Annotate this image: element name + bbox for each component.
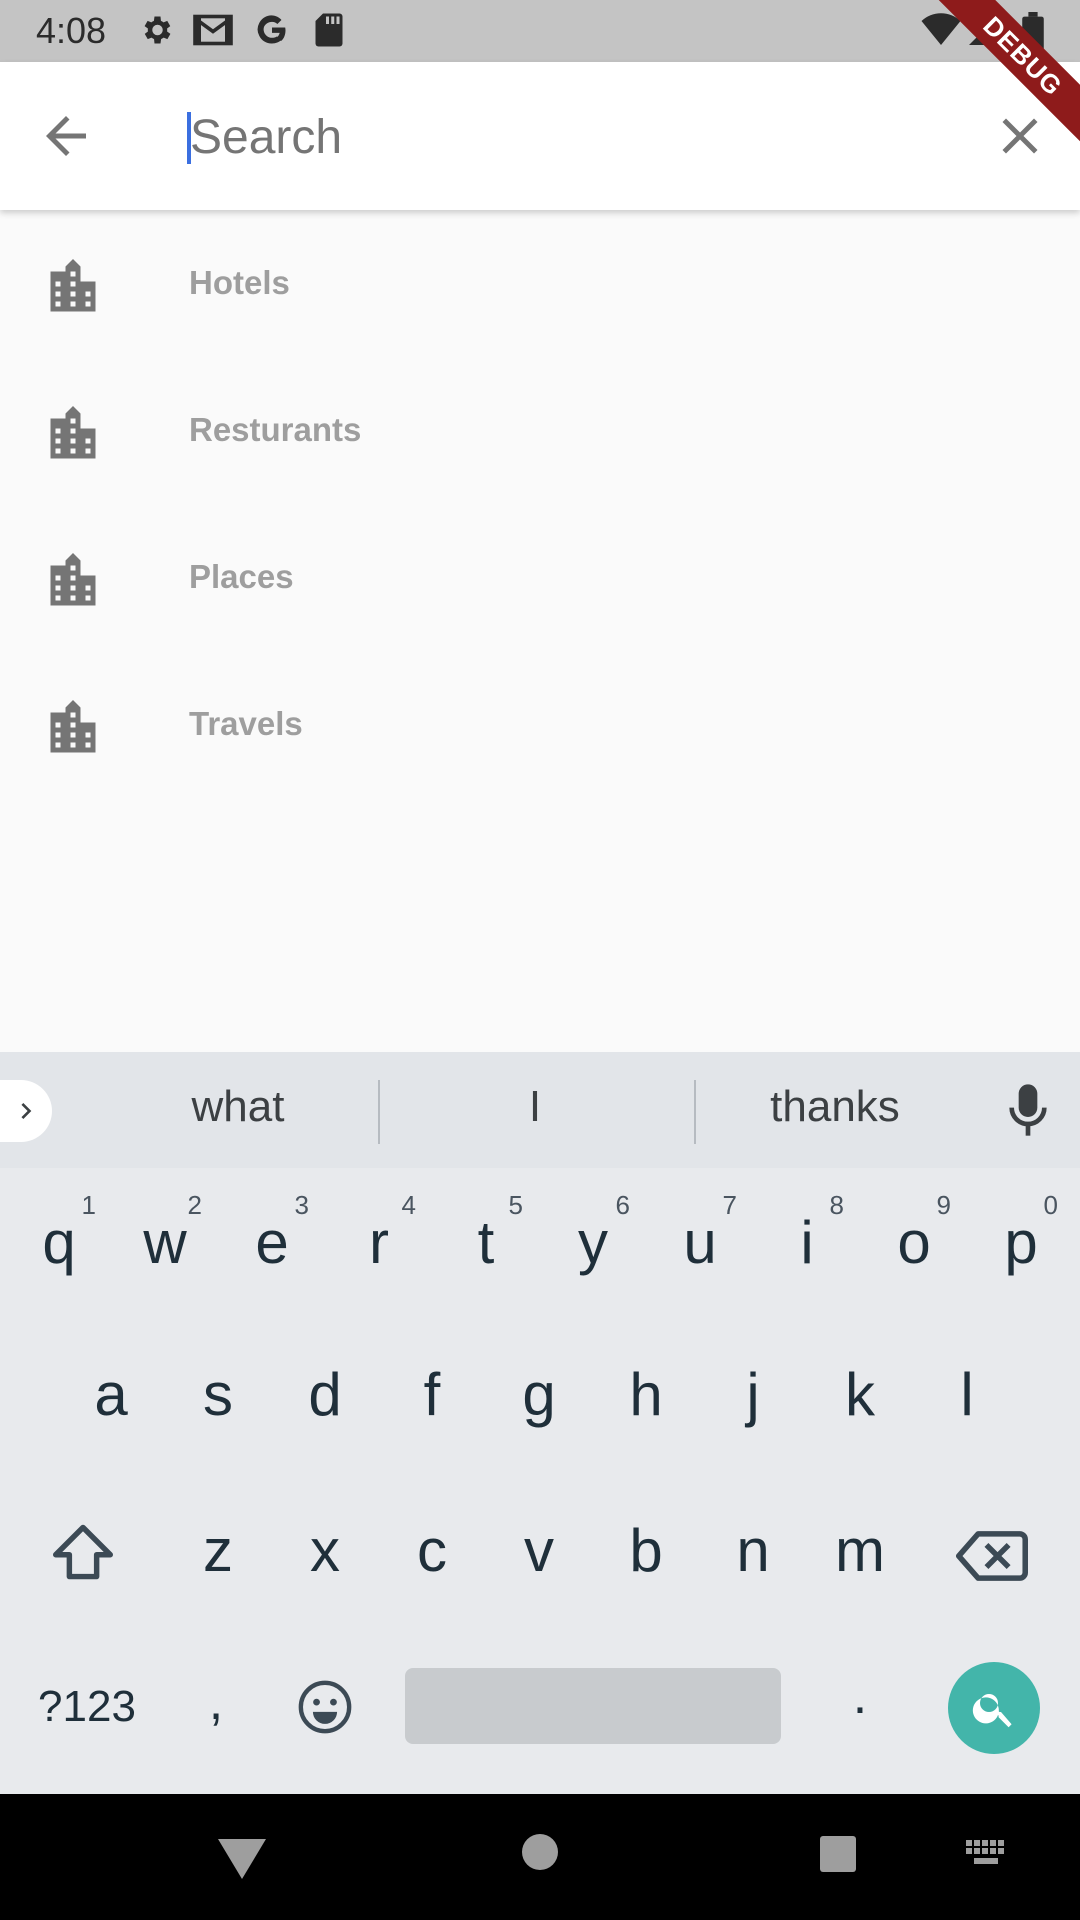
word-suggestion-3[interactable]: thanks xyxy=(740,1082,930,1132)
search-app-bar xyxy=(0,62,1080,210)
keyboard-icon[interactable] xyxy=(966,1840,1010,1870)
search-input[interactable] xyxy=(186,100,946,174)
emoji-key[interactable] xyxy=(296,1678,356,1738)
microphone-icon xyxy=(1009,1084,1047,1136)
list-item-label: Resturants xyxy=(189,411,362,448)
back-button[interactable] xyxy=(36,106,112,166)
space-key[interactable] xyxy=(405,1668,781,1744)
backspace-key[interactable] xyxy=(956,1528,1032,1588)
soft-keyboard: what I thanks q1 w2 e3 r4 t5 y6 u7 i8 o9… xyxy=(0,1052,1080,1794)
arrow-back-icon xyxy=(46,116,86,156)
sd-card-icon xyxy=(315,13,343,47)
back-triangle-icon[interactable] xyxy=(216,1836,268,1882)
text-cursor xyxy=(187,112,191,164)
list-item-resturants[interactable]: Resturants xyxy=(0,357,1080,504)
key-j[interactable]: j xyxy=(708,1320,798,1460)
location-city-icon xyxy=(50,406,96,459)
emoji-icon xyxy=(298,1680,352,1734)
backspace-icon xyxy=(956,1531,1028,1581)
gmail-icon xyxy=(193,14,233,46)
google-icon xyxy=(257,15,286,44)
key-f[interactable]: f xyxy=(387,1320,477,1460)
list-item-hotels[interactable]: Hotels xyxy=(0,210,1080,357)
expand-toolbar-button[interactable] xyxy=(0,1080,52,1142)
key-m[interactable]: m xyxy=(815,1476,905,1616)
key-w[interactable]: w2 xyxy=(120,1168,210,1308)
key-u[interactable]: u7 xyxy=(655,1168,745,1308)
key-t[interactable]: t5 xyxy=(441,1168,531,1308)
clear-button[interactable] xyxy=(990,106,1050,166)
key-e[interactable]: e3 xyxy=(227,1168,317,1308)
location-city-icon xyxy=(50,259,96,312)
shift-icon xyxy=(53,1524,113,1580)
key-g[interactable]: g xyxy=(494,1320,584,1460)
key-q[interactable]: q1 xyxy=(14,1168,104,1308)
period-key[interactable]: . xyxy=(845,1666,875,1726)
word-suggestion-strip: what I thanks xyxy=(0,1052,1080,1168)
shift-key[interactable] xyxy=(50,1522,120,1592)
location-city-icon xyxy=(50,700,96,753)
key-v[interactable]: v xyxy=(494,1476,584,1616)
suggestion-list: Hotels Resturants Places Travels xyxy=(0,210,1080,798)
key-x[interactable]: x xyxy=(280,1476,370,1616)
comma-key[interactable]: , xyxy=(196,1672,236,1732)
key-s[interactable]: s xyxy=(173,1320,263,1460)
settings-icon xyxy=(144,16,171,44)
suggestion-divider xyxy=(378,1080,380,1144)
word-suggestion-1[interactable]: what xyxy=(150,1082,326,1132)
status-bar: 4:08 xyxy=(0,0,1080,62)
key-a[interactable]: a xyxy=(66,1320,156,1460)
list-item-places[interactable]: Places xyxy=(0,504,1080,651)
signal-icon xyxy=(969,15,999,45)
key-d[interactable]: d xyxy=(280,1320,370,1460)
search-icon xyxy=(972,1694,1012,1728)
key-i[interactable]: i8 xyxy=(762,1168,852,1308)
key-o[interactable]: o9 xyxy=(869,1168,959,1308)
word-suggestion-2[interactable]: I xyxy=(430,1082,640,1132)
list-item-label: Travels xyxy=(189,705,303,742)
key-l[interactable]: l xyxy=(922,1320,1012,1460)
key-h[interactable]: h xyxy=(601,1320,691,1460)
system-nav-bar xyxy=(0,1794,1080,1920)
key-r[interactable]: r4 xyxy=(334,1168,424,1308)
key-n[interactable]: n xyxy=(708,1476,798,1616)
key-z[interactable]: z xyxy=(173,1476,263,1616)
key-k[interactable]: k xyxy=(815,1320,905,1460)
key-c[interactable]: c xyxy=(387,1476,477,1616)
chevron-right-icon xyxy=(21,1103,32,1119)
list-item-label: Places xyxy=(189,558,294,595)
search-action-key[interactable] xyxy=(948,1662,1040,1754)
battery-icon xyxy=(1022,12,1044,52)
symbols-key[interactable]: ?123 xyxy=(22,1682,152,1732)
wifi-icon xyxy=(921,13,961,46)
status-time: 4:08 xyxy=(36,10,107,51)
home-circle-icon[interactable] xyxy=(520,1832,560,1872)
recents-square-icon[interactable] xyxy=(818,1834,858,1874)
key-y[interactable]: y6 xyxy=(548,1168,638,1308)
voice-input-button[interactable] xyxy=(1006,1082,1050,1138)
key-p[interactable]: p0 xyxy=(976,1168,1066,1308)
location-city-icon xyxy=(50,553,96,606)
key-b[interactable]: b xyxy=(601,1476,691,1616)
list-item-label: Hotels xyxy=(189,264,290,301)
suggestion-divider xyxy=(694,1080,696,1144)
list-item-travels[interactable]: Travels xyxy=(0,651,1080,798)
close-icon xyxy=(1002,118,1038,154)
